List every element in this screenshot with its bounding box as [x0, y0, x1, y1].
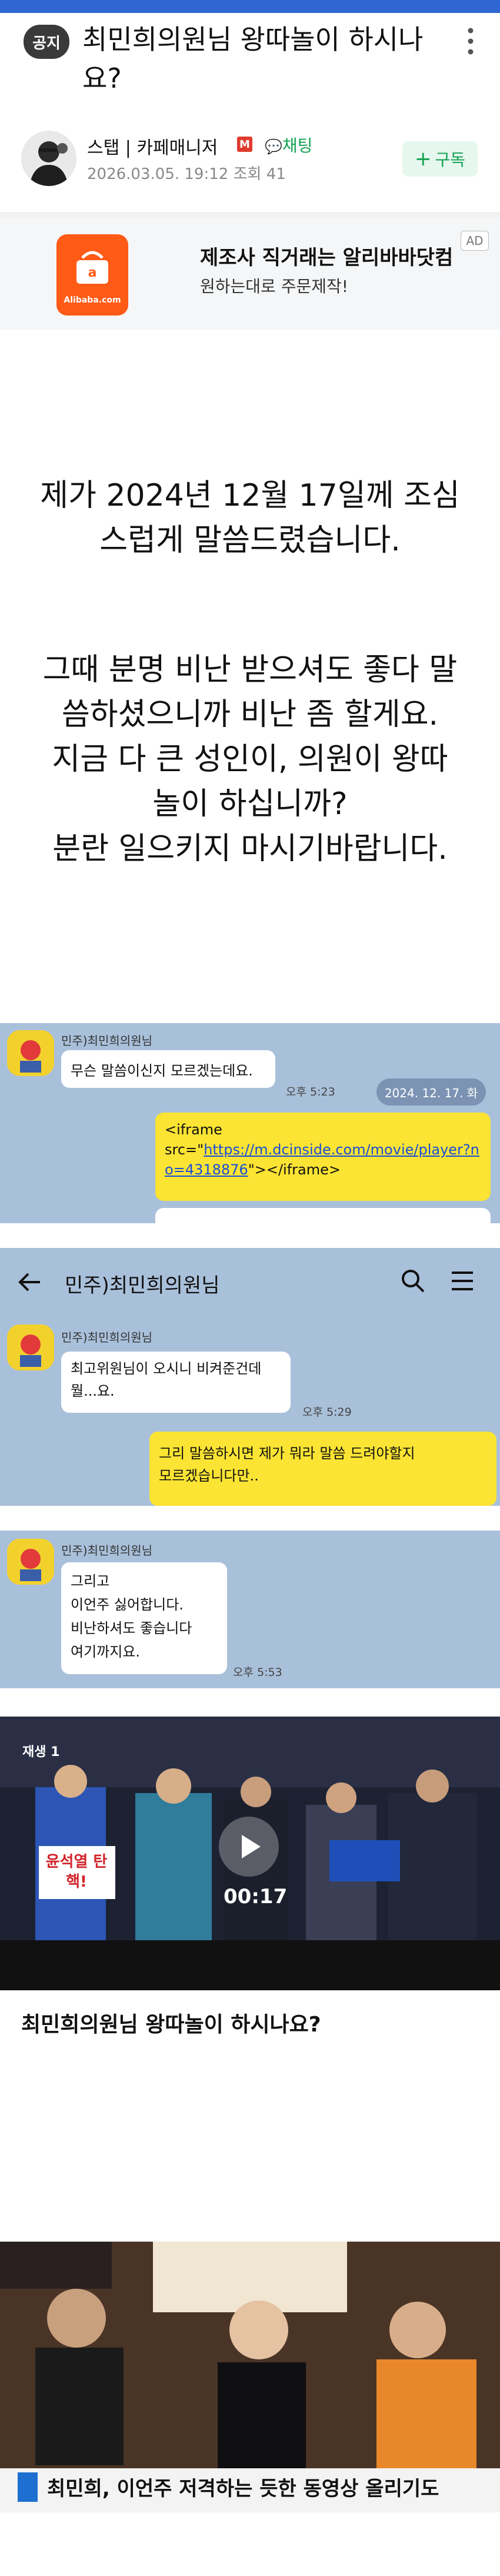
- sender-avatar: [7, 1030, 54, 1076]
- message-bubble: 무슨 말씀이신지 모르겠는데요.: [61, 1050, 275, 1088]
- chat-header: 민주)최민희의원님: [0, 1248, 500, 1317]
- video-player[interactable]: 윤석열 탄핵! 재생 1 00:17: [0, 1717, 500, 1990]
- message-line: 이언주 싫어합니다.: [71, 1596, 184, 1613]
- message-bubble: 최고위원님이 오시니 비켜준건데 뭘...요.: [61, 1352, 291, 1413]
- sender-avatar: [7, 1539, 54, 1585]
- chat-room-title: 민주)최민희의원님: [65, 1274, 220, 1297]
- news-thumbnail[interactable]: 최민희, 이언주 저격하는 듯한 동영상 올리기도: [0, 2242, 500, 2512]
- body-paragraph-2: 그때 분명 비난 받으셔도 좋다 말 씀하셨으니까 비난 좀 할게요. 지금 다…: [12, 648, 488, 871]
- author-name[interactable]: 스탭 | 카페매니저: [87, 133, 218, 159]
- ad-tag[interactable]: AD: [461, 231, 489, 251]
- message-line: 비난하셔도 좋습니다: [71, 1620, 192, 1636]
- message-line: 뭘...요.: [71, 1383, 115, 1399]
- sender-name: 민주)최민희의원님: [61, 1543, 153, 1558]
- message-time: 오후 5:29: [302, 1406, 352, 1419]
- body-line: 놀이 하십니까?: [152, 786, 348, 822]
- message-line: 그리고: [71, 1573, 110, 1589]
- subscribe-label: 구독: [435, 150, 466, 170]
- menu-icon[interactable]: [449, 1269, 475, 1295]
- alibaba-logo[interactable]: a Alibaba.com: [56, 234, 128, 316]
- play-icon: [242, 1835, 261, 1858]
- replay-count: 재생 1: [22, 1745, 60, 1760]
- chat-bubble-icon: 💬: [265, 138, 282, 155]
- date-chip: 2024. 12. 17. 화: [376, 1078, 486, 1106]
- chat-button[interactable]: 💬채팅: [265, 133, 312, 157]
- subscribe-button[interactable]: + 구독: [402, 141, 478, 177]
- body-line: 스럽게 말씀드렸습니다.: [99, 523, 401, 558]
- chat-screenshot-1: 민주)최민희의원님 무슨 말씀이신지 모르겠는데요. 오후 5:23 2024.…: [0, 1023, 500, 1223]
- thumbnail-caption: 최민희, 이언주 저격하는 듯한 동영상 올리기도: [47, 2477, 439, 2501]
- ad-subtitle[interactable]: 원하는대로 주문제작!: [200, 274, 348, 297]
- more-options-icon[interactable]: [462, 24, 479, 59]
- body-paragraph-1: 제가 2024년 12월 17일께 조심 스럽게 말씀드렸습니다.: [12, 473, 488, 563]
- plus-icon: +: [414, 147, 432, 171]
- status-bar: [0, 0, 500, 13]
- body-line: 그때 분명 비난 받으셔도 좋다 말: [42, 652, 458, 688]
- iframe-bubble: <iframe src="https://m.dcinside.com/movi…: [155, 1113, 491, 1201]
- chat-screenshot-2: 민주)최민희의원님 최고위원님이 오시니 비켜준건데 뭘...요. 오후 5:2…: [0, 1317, 500, 1506]
- chat-label: 채팅: [282, 136, 313, 155]
- message-line: 그리 말씀하시면 제가 뭐라 말씀 드려야할지: [159, 1445, 415, 1462]
- video-duration: 00:17: [224, 1885, 288, 1908]
- section-divider: [0, 212, 500, 218]
- message-line: 여기까지요.: [71, 1644, 141, 1660]
- body-line: 씀하셨으니까 비난 좀 할게요.: [61, 697, 439, 732]
- message-line: 최고위원님이 오시니 비켜준건데: [71, 1360, 262, 1377]
- message-time: 오후 5:53: [233, 1666, 282, 1679]
- message-bubble-cut: [155, 1208, 491, 1223]
- message-line: 모르겠습니다만..: [159, 1468, 259, 1484]
- author-avatar[interactable]: [21, 131, 76, 186]
- post-title-text: 최민희의원님 왕따놀이 하시나요?: [82, 24, 424, 94]
- iframe-src-label: src=": [165, 1141, 204, 1158]
- svg-text:a: a: [88, 265, 97, 280]
- chat-screenshot-3: 민주)최민희의원님 그리고 이언주 싫어합니다. 비난하셔도 좋습니다 여기까지…: [0, 1531, 500, 1688]
- post-meta: 2026.03.05. 19:12 조회 41: [87, 162, 286, 184]
- view-count: 조회 41: [233, 165, 286, 183]
- ad-logo-text: Alibaba.com: [64, 296, 121, 305]
- sender-name: 민주)최민희의원님: [61, 1330, 153, 1345]
- notice-badge: 공지: [24, 25, 69, 59]
- post-date: 2026.03.05. 19:12: [87, 165, 229, 183]
- reply-bubble: 그리 말씀하시면 제가 뭐라 말씀 드려야할지 모르겠습니다만..: [149, 1432, 496, 1506]
- message-time: 오후 5:23: [286, 1085, 335, 1098]
- body-line: 분란 일으키지 마시기바랍니다.: [52, 831, 448, 867]
- message-bubble: 그리고 이언주 싫어합니다. 비난하셔도 좋습니다 여기까지요.: [61, 1562, 227, 1674]
- ad-title[interactable]: 제조사 직거래는 알리바바닷컴: [200, 241, 453, 270]
- video-title[interactable]: 최민희의원님 왕따놀이 하시나요?: [21, 2007, 321, 2038]
- body-line: 지금 다 큰 성인이, 의원이 왕따: [52, 742, 448, 777]
- arrow-left-icon[interactable]: [16, 1272, 42, 1295]
- post-title: 최민희의원님 왕따놀이 하시나요?: [82, 20, 441, 98]
- iframe-close: "></iframe>: [248, 1161, 341, 1178]
- body-line: 제가 2024년 12월 17일께 조심: [40, 478, 460, 513]
- sender-avatar: [7, 1324, 54, 1370]
- iframe-code-line: <iframe: [165, 1121, 222, 1138]
- play-button[interactable]: [219, 1817, 279, 1877]
- search-icon[interactable]: [400, 1268, 426, 1296]
- sender-name: 민주)최민희의원님: [61, 1034, 153, 1048]
- protest-sign: 윤석열 탄핵!: [45, 1853, 108, 1891]
- manager-badge: M: [237, 137, 252, 152]
- iframe-code-line: src="https://m.dcinside.com/movie/player…: [165, 1140, 481, 1180]
